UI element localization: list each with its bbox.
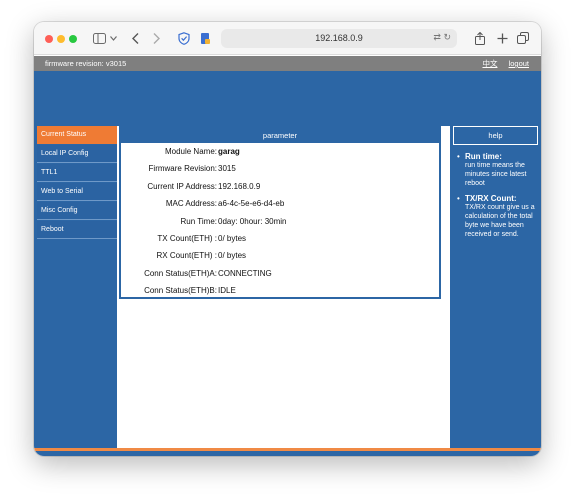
sidebar-nav: Current Status Local IP Config TTL1 Web …	[37, 126, 117, 240]
close-window-button[interactable]	[45, 35, 53, 43]
param-value: 192.168.0.9	[218, 181, 261, 191]
chevron-down-icon[interactable]	[109, 30, 117, 46]
translate-icon[interactable]: ⇄	[433, 32, 441, 42]
param-row: Firmware Revision: 3015	[121, 160, 439, 177]
bullet-icon: •	[457, 194, 460, 203]
parameter-panel: parameter Module Name: garag Firmware Re…	[119, 126, 441, 299]
zoom-window-button[interactable]	[69, 35, 77, 43]
firmware-version: v3015	[105, 59, 127, 68]
browser-window: 192.168.0.9 ⇄ ↻ firmware revision: v3015…	[34, 22, 541, 456]
param-row: Conn Status(ETH)A: CONNECTING	[121, 265, 439, 282]
forward-icon[interactable]	[151, 30, 161, 46]
help-item-text: run time means the minutes since latest …	[465, 162, 527, 187]
language-link[interactable]: 中文	[482, 59, 497, 68]
param-value: IDLE	[218, 286, 236, 296]
param-label: RX Count(ETH) :	[156, 251, 217, 261]
sidebar-item-web-to-serial[interactable]: Web to Serial	[37, 183, 117, 201]
minimize-window-button[interactable]	[57, 35, 65, 43]
share-icon[interactable]	[474, 30, 486, 46]
param-label: Firmware Revision:	[148, 164, 217, 174]
param-value: 0/ bytes	[218, 251, 247, 261]
reload-icon[interactable]: ↻	[443, 32, 451, 42]
footer-bar	[34, 451, 541, 456]
main-content: parameter Module Name: garag Firmware Re…	[117, 126, 450, 448]
address-bar[interactable]: 192.168.0.9 ⇄ ↻	[221, 29, 457, 48]
param-label: Conn Status(ETH)B:	[144, 286, 217, 296]
panel-title: parameter	[121, 128, 439, 143]
param-label: TX Count(ETH) :	[157, 233, 217, 243]
help-title: help	[453, 126, 538, 145]
new-tab-icon[interactable]	[496, 30, 508, 46]
param-value: 0day: 0hour: 30min	[218, 216, 287, 226]
help-item: • TX/RX Count: TX/RX count give us a cal…	[456, 194, 538, 239]
param-value: 3015	[218, 164, 236, 174]
help-panel: help • Run time: run time means the minu…	[453, 126, 538, 448]
logout-link[interactable]: logout	[509, 59, 529, 68]
param-value: 0/ bytes	[218, 233, 247, 243]
param-value: garag	[218, 147, 240, 156]
browser-toolbar: 192.168.0.9 ⇄ ↻	[34, 22, 541, 55]
param-label: MAC Address:	[165, 199, 217, 209]
help-item-text: TX/RX count give us a calculation of the…	[465, 204, 535, 238]
param-label: Current IP Address:	[147, 181, 217, 191]
param-row: TX Count(ETH) : 0/ bytes	[121, 230, 439, 247]
sidebar-item-misc-config[interactable]: Misc Config	[37, 202, 117, 220]
help-item-title: TX/RX Count:	[465, 194, 517, 203]
sidebar-item-ttl1[interactable]: TTL1	[37, 164, 117, 182]
firmware-label: firmware revision:	[45, 59, 104, 68]
help-item-title: Run time:	[465, 152, 502, 161]
sidebar-item-reboot[interactable]: Reboot	[37, 221, 117, 239]
header-banner	[34, 71, 541, 125]
param-value: CONNECTING	[218, 268, 272, 278]
sidebar-item-current-status[interactable]: Current Status	[37, 126, 117, 144]
sidebar-toggle-icon[interactable]	[92, 30, 106, 46]
url-text[interactable]: 192.168.0.9	[221, 29, 457, 48]
param-label: Conn Status(ETH)A:	[144, 268, 217, 278]
firmware-bar: firmware revision: v3015 中文 logout	[34, 56, 541, 71]
param-label: Run Time:	[180, 216, 217, 226]
bullet-icon: •	[457, 152, 460, 161]
param-row: MAC Address: a6-4c-5e-e6-d4-eb	[121, 195, 439, 212]
param-row: RX Count(ETH) : 0/ bytes	[121, 247, 439, 264]
help-body: • Run time: run time means the minutes s…	[453, 149, 538, 239]
param-label: Module Name:	[164, 147, 217, 156]
param-row: Run Time: 0day: 0hour: 30min	[121, 213, 439, 230]
param-row: Module Name: garag	[121, 143, 439, 160]
back-icon[interactable]	[130, 30, 140, 46]
tabs-overview-icon[interactable]	[517, 30, 529, 46]
extension-icon[interactable]	[199, 30, 211, 46]
help-item: • Run time: run time means the minutes s…	[456, 152, 538, 188]
param-row: Current IP Address: 192.168.0.9	[121, 178, 439, 195]
sidebar-item-local-ip-config[interactable]: Local IP Config	[37, 145, 117, 163]
param-value: a6-4c-5e-e6-d4-eb	[218, 199, 285, 209]
param-row: Conn Status(ETH)B: IDLE	[121, 282, 439, 299]
web-page: firmware revision: v3015 中文 logout Curre…	[34, 56, 541, 456]
shield-icon[interactable]	[177, 30, 191, 46]
